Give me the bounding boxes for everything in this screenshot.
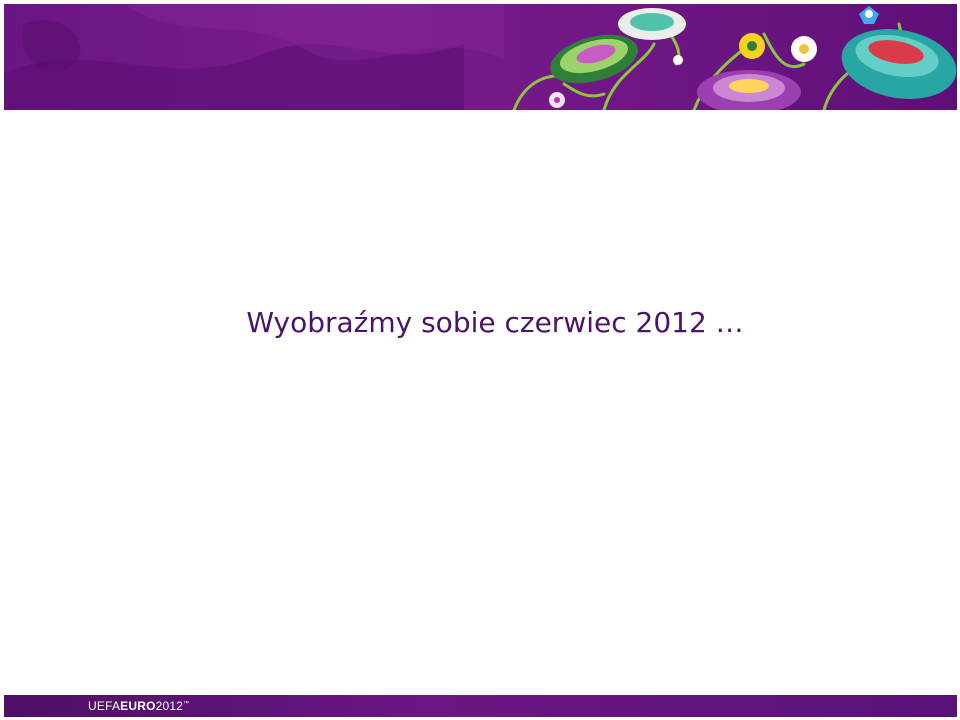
- header-banner: [4, 4, 957, 110]
- uefa-euro-2012-logo: UEFAEURO2012™: [88, 699, 189, 713]
- footer-bar: UEFAEURO2012™: [4, 695, 957, 717]
- logo-bold: EURO: [120, 699, 156, 713]
- logo-year: 2012: [155, 699, 184, 713]
- slide-title: Wyobraźmy sobie czerwiec 2012 …: [246, 306, 744, 339]
- euro-2012-stadium-artwork: [4, 4, 957, 110]
- logo-prefix: UEFA: [88, 699, 121, 713]
- logo-tm: ™: [183, 701, 190, 707]
